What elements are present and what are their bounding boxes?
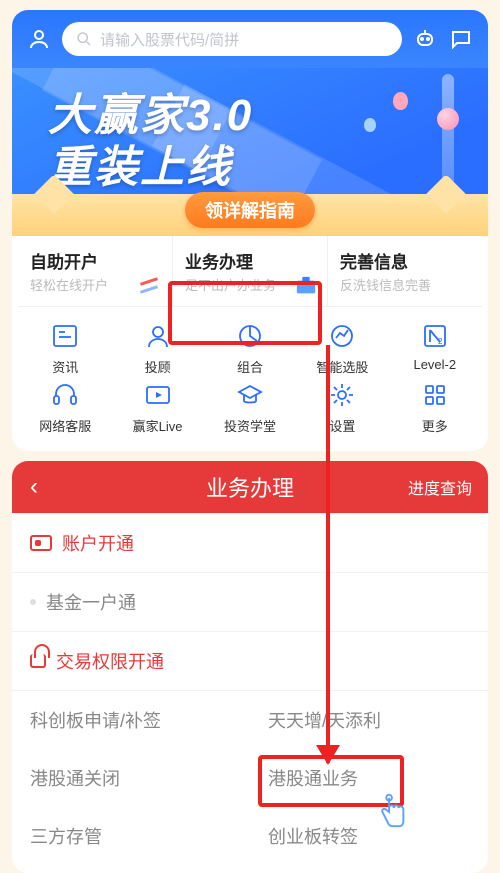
grid-support[interactable]: 网络客服 [20,380,110,435]
grid-news[interactable]: 资讯 [20,321,110,376]
grid-advisor[interactable]: 投顾 [112,321,202,376]
profile-icon[interactable] [26,26,52,52]
advisor-icon [143,321,173,351]
grid-more[interactable]: 更多 [390,380,480,435]
grid-portfolio[interactable]: 组合 [205,321,295,376]
service-business[interactable]: 业务办理 足不出户办业务 [172,236,327,306]
item-thirdparty[interactable]: 三方存管 [12,807,250,865]
guide-button[interactable]: 领详解指南 [185,192,315,228]
level2-icon: 2 [420,321,450,351]
service-open-account[interactable]: 自助开户 轻松在线开户 [18,236,172,306]
idcard-icon [30,535,52,551]
portfolio-icon [235,321,265,351]
message-icon[interactable] [448,26,474,52]
stockpick-icon [327,321,357,351]
news-icon [50,321,80,351]
grid-settings[interactable]: 设置 [297,380,387,435]
business-header: ‹ 业务办理 进度查询 [12,461,488,513]
top-bar: 请输入股票代码/简拼 [12,10,488,68]
service-profile[interactable]: 完善信息 反洗钱信息完善 [327,236,482,306]
back-button[interactable]: ‹ [12,473,56,501]
home-card: 请输入股票代码/简拼 大赢家3.0 重装上线 领详解指南 自助开户 轻松在线开户 [12,10,488,451]
settings-icon [327,380,357,410]
sparkline-icon [140,276,162,296]
tap-hand-icon [372,792,410,830]
live-icon [143,380,173,410]
svg-text:2: 2 [438,337,443,346]
item-chinext[interactable]: 创业板转签 [250,807,488,865]
more-icon [420,380,450,410]
search-placeholder: 请输入股票代码/简拼 [100,29,239,50]
progress-link[interactable]: 进度查询 [408,475,488,499]
item-fund[interactable]: 基金一户通 [12,573,488,631]
section-account[interactable]: 账户开通 [12,513,488,573]
section-permissions[interactable]: 交易权限开通 [12,631,488,691]
promo-banner[interactable]: 大赢家3.0 重装上线 领详解指南 [12,68,488,236]
grid-school[interactable]: 投资学堂 [205,380,295,435]
item-hk-close[interactable]: 港股通关闭 [12,749,250,807]
banner-title: 大赢家3.0 重装上线 [48,90,253,194]
item-star-board[interactable]: 科创板申请/补签 [12,691,250,749]
service-row: 自助开户 轻松在线开户 业务办理 足不出户办业务 完善信息 反洗钱信息完善 [18,236,482,307]
item-tiantian[interactable]: 天天增/天添利 [250,691,488,749]
annotation-arrow [326,345,330,763]
grid-level2[interactable]: 2 Level-2 [390,321,480,376]
search-icon [76,31,92,47]
grid-stockpick[interactable]: 智能选股 [297,321,387,376]
search-input[interactable]: 请输入股票代码/简拼 [62,22,402,56]
school-icon [235,380,265,410]
item-hk-business[interactable]: 港股通业务 [250,749,488,807]
support-icon [50,380,80,410]
business-panel: ‹ 业务办理 进度查询 账户开通 基金一户通 交易权限开通 科创板申请/补签 天… [12,461,488,873]
lock-icon [30,654,46,668]
business-title: 业务办理 [206,471,294,503]
grid-live[interactable]: 赢家Live [112,380,202,435]
function-grid: 资讯 投顾 组合 智能选股 2 Level-2 网络客服 赢家Live 投资学 [12,307,488,437]
robot-icon[interactable] [412,26,438,52]
briefcase-icon [295,276,317,296]
